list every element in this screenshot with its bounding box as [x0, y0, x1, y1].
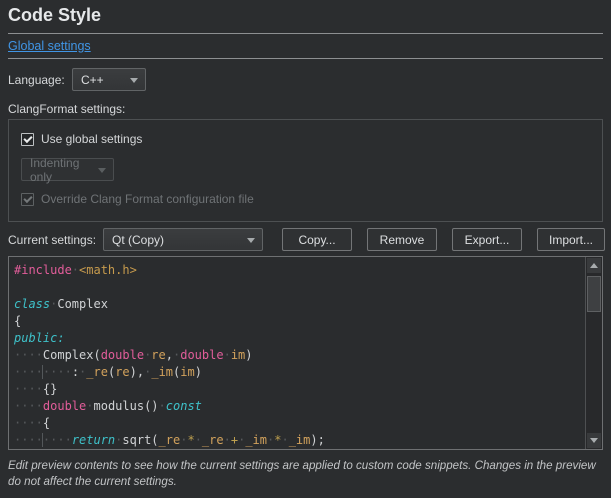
page-title: Code Style	[8, 5, 101, 26]
link-separator	[8, 58, 603, 59]
checkbox-box-icon	[21, 193, 34, 206]
code-line: ········:·_re(re),·_im(im)	[14, 364, 585, 381]
code-line: ····{}	[14, 381, 585, 398]
code-line: ····{	[14, 415, 585, 432]
arrow-down-icon	[590, 438, 598, 443]
export-button[interactable]: Export...	[452, 228, 522, 251]
scrollbar-down-button[interactable]	[587, 433, 601, 448]
code-line: public:	[14, 330, 585, 347]
chevron-down-icon	[247, 238, 255, 243]
chevron-down-icon	[130, 78, 138, 83]
checkmark-icon	[23, 133, 32, 142]
language-label: Language:	[8, 73, 65, 87]
code-line: {	[14, 313, 585, 330]
use-global-settings-label: Use global settings	[41, 132, 142, 146]
scrollbar-thumb[interactable]	[587, 276, 601, 312]
remove-button[interactable]: Remove	[367, 228, 437, 251]
language-dropdown-value: C++	[81, 73, 104, 87]
code-line: class·Complex	[14, 296, 585, 313]
clangformat-mode-dropdown[interactable]: Indenting only	[21, 158, 114, 181]
scrollbar-up-button[interactable]	[587, 258, 601, 273]
clangformat-groupbox: Use global settings Indenting only Overr…	[8, 119, 603, 222]
current-settings-label: Current settings:	[8, 233, 96, 247]
clangformat-settings-label: ClangFormat settings:	[8, 102, 125, 116]
override-config-label: Override Clang Format configuration file	[41, 192, 254, 206]
code-area[interactable]: #include·<math.h> class·Complex{public:·…	[9, 257, 585, 449]
code-style-settings-page: Code Style Global settings Language: C++…	[0, 0, 611, 498]
vertical-scrollbar[interactable]	[585, 257, 602, 449]
import-button[interactable]: Import...	[537, 228, 605, 251]
use-global-settings-checkbox[interactable]: Use global settings	[21, 132, 142, 146]
copy-button[interactable]: Copy...	[282, 228, 352, 251]
code-line: #include·<math.h>	[14, 262, 585, 279]
code-line	[14, 279, 585, 296]
current-settings-dropdown[interactable]: Qt (Copy)	[103, 228, 263, 251]
title-separator	[8, 33, 603, 34]
override-config-checkbox[interactable]: Override Clang Format configuration file	[21, 192, 254, 206]
global-settings-link[interactable]: Global settings	[8, 39, 91, 53]
footer-note: Edit preview contents to see how the cur…	[8, 458, 601, 490]
language-dropdown[interactable]: C++	[72, 68, 146, 91]
checkmark-icon	[23, 193, 32, 202]
current-settings-value: Qt (Copy)	[112, 233, 164, 247]
code-line: ····Complex(double·re,·double·im)	[14, 347, 585, 364]
chevron-down-icon	[98, 168, 106, 173]
code-line: ····double·modulus()·const	[14, 398, 585, 415]
arrow-up-icon	[590, 263, 598, 268]
checkbox-box-icon	[21, 133, 34, 146]
clangformat-mode-value: Indenting only	[30, 156, 91, 184]
code-line: ········return·sqrt(_re·*·_re·+·_im·*·_i…	[14, 432, 585, 449]
code-preview-editor[interactable]: #include·<math.h> class·Complex{public:·…	[8, 256, 603, 450]
